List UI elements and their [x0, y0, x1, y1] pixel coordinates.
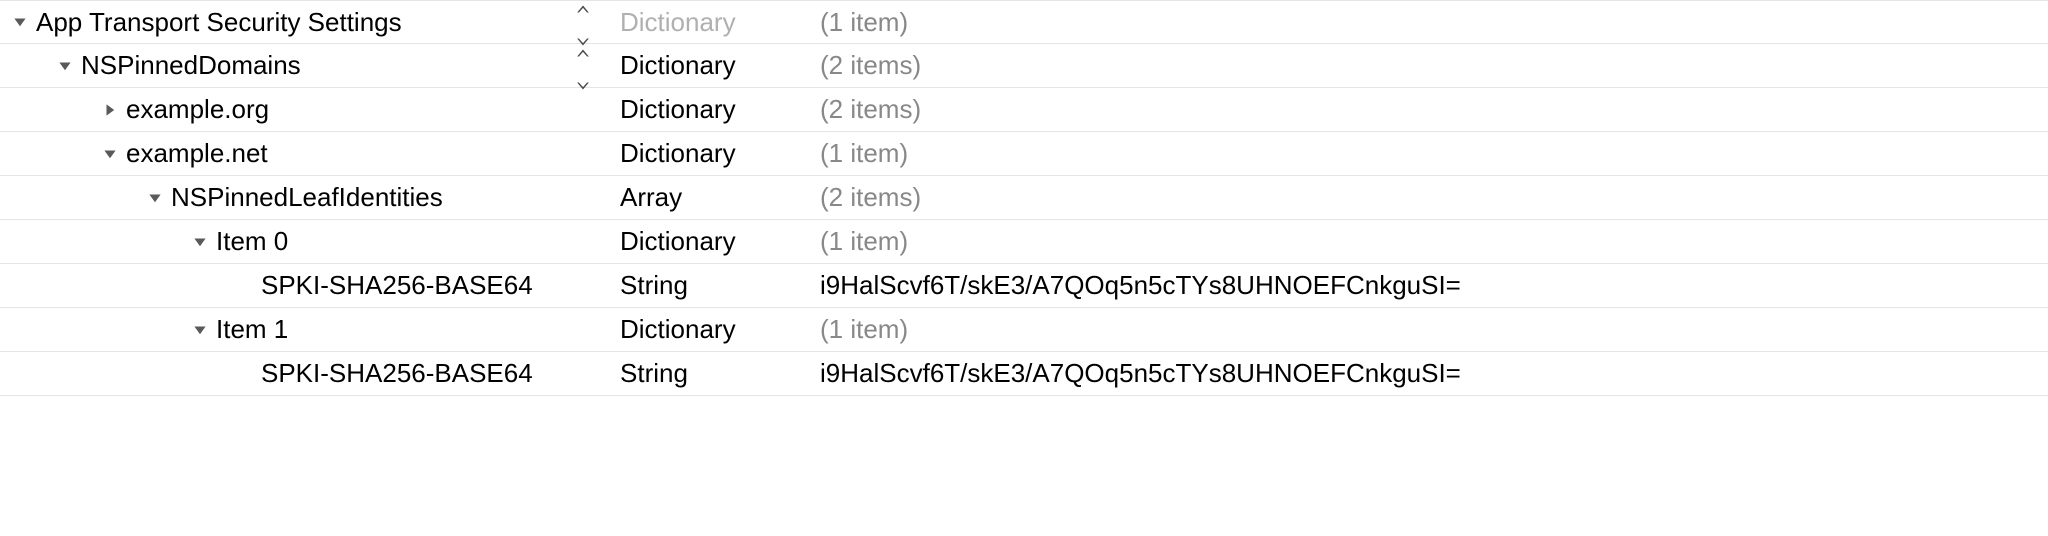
plist-row[interactable]: App Transport Security Settings Dictionar… [0, 0, 2048, 44]
key-label[interactable]: NSPinnedLeafIdentities [171, 182, 443, 213]
type-label: String [620, 270, 688, 300]
value-cell[interactable]: (1 item) [810, 226, 2048, 257]
type-label: String [620, 358, 688, 388]
key-cell: NSPinnedLeafIdentities [0, 182, 610, 213]
key-cell: Item 0 [0, 226, 610, 257]
value-cell[interactable]: (2 items) [810, 50, 2048, 81]
key-label[interactable]: SPKI-SHA256-BASE64 [261, 270, 533, 301]
key-label[interactable]: SPKI-SHA256-BASE64 [261, 358, 533, 389]
disclosure-down-icon[interactable] [190, 232, 210, 252]
key-cell: Item 1 [0, 314, 610, 345]
plist-row[interactable]: Item 0 Dictionary (1 item) [0, 220, 2048, 264]
key-label[interactable]: Item 1 [216, 314, 288, 345]
key-cell: SPKI-SHA256-BASE64 [0, 270, 610, 301]
value-label: (1 item) [820, 138, 908, 168]
value-label: (1 item) [820, 314, 908, 344]
type-label: Dictionary [620, 50, 736, 80]
key-label[interactable]: example.net [126, 138, 268, 169]
type-label: Dictionary [620, 94, 736, 124]
disclosure-down-icon[interactable] [190, 320, 210, 340]
value-label: (1 item) [820, 7, 908, 37]
key-label[interactable]: Item 0 [216, 226, 288, 257]
type-cell[interactable]: Array [610, 182, 810, 213]
disclosure-right-icon[interactable] [100, 100, 120, 120]
chevron-up-icon[interactable] [576, 34, 590, 65]
key-label[interactable]: NSPinnedDomains [81, 50, 301, 81]
type-cell[interactable]: String [610, 358, 810, 389]
type-cell[interactable]: Dictionary [610, 314, 810, 345]
value-cell[interactable]: i9HalScvf6T/skE3/A7QOq5n5cTYs8UHNOEFCnkg… [810, 270, 2048, 301]
type-cell[interactable]: Dictionary [610, 226, 810, 257]
chevron-up-icon[interactable] [576, 0, 590, 21]
key-label[interactable]: App Transport Security Settings [36, 7, 402, 38]
key-cell: example.net [0, 138, 610, 169]
plist-row[interactable]: NSPinnedLeafIdentities Array (2 items) [0, 176, 2048, 220]
value-label: (2 items) [820, 50, 921, 80]
value-cell[interactable]: (1 item) [810, 7, 2048, 38]
key-label[interactable]: example.org [126, 94, 269, 125]
plist-row[interactable]: Item 1 Dictionary (1 item) [0, 308, 2048, 352]
type-label: Dictionary [620, 7, 736, 37]
type-label: Array [620, 182, 682, 212]
value-label: (2 items) [820, 182, 921, 212]
disclosure-down-icon[interactable] [145, 188, 165, 208]
plist-row[interactable]: example.net Dictionary (1 item) [0, 132, 2048, 176]
value-cell[interactable]: (2 items) [810, 182, 2048, 213]
value-cell[interactable]: (2 items) [810, 94, 2048, 125]
disclosure-down-icon[interactable] [55, 56, 75, 76]
type-cell[interactable]: Dictionary [610, 138, 810, 169]
type-label: Dictionary [620, 226, 736, 256]
plist-table: App Transport Security Settings Dictionar… [0, 0, 2048, 396]
key-cell: App Transport Security Settings [0, 7, 610, 38]
value-cell[interactable]: (1 item) [810, 138, 2048, 169]
value-cell[interactable]: (1 item) [810, 314, 2048, 345]
value-label: (1 item) [820, 226, 908, 256]
plist-row[interactable]: example.org Dictionary (2 items) [0, 88, 2048, 132]
value-label: i9HalScvf6T/skE3/A7QOq5n5cTYs8UHNOEFCnkg… [820, 270, 1461, 300]
type-cell[interactable]: Dictionary [610, 94, 810, 125]
type-cell[interactable]: Dictionary [610, 50, 810, 81]
plist-row[interactable]: NSPinnedDomains Dictionary (2 items) [0, 44, 2048, 88]
type-label: Dictionary [620, 138, 736, 168]
plist-row[interactable]: SPKI-SHA256-BASE64 String i9HalScvf6T/skE3… [0, 264, 2048, 308]
value-label: i9HalScvf6T/skE3/A7QOq5n5cTYs8UHNOEFCnkg… [820, 358, 1461, 388]
disclosure-down-icon[interactable] [10, 12, 30, 32]
value-cell[interactable]: i9HalScvf6T/skE3/A7QOq5n5cTYs8UHNOEFCnkg… [810, 358, 2048, 389]
plist-row[interactable]: SPKI-SHA256-BASE64 String i9HalScvf6T/skE3… [0, 352, 2048, 396]
type-cell[interactable]: Dictionary [610, 7, 810, 38]
key-cell: example.org [0, 94, 610, 125]
disclosure-down-icon[interactable] [100, 144, 120, 164]
key-cell: NSPinnedDomains [0, 50, 610, 81]
type-label: Dictionary [620, 314, 736, 344]
value-label: (2 items) [820, 94, 921, 124]
key-cell: SPKI-SHA256-BASE64 [0, 358, 610, 389]
type-cell[interactable]: String [610, 270, 810, 301]
